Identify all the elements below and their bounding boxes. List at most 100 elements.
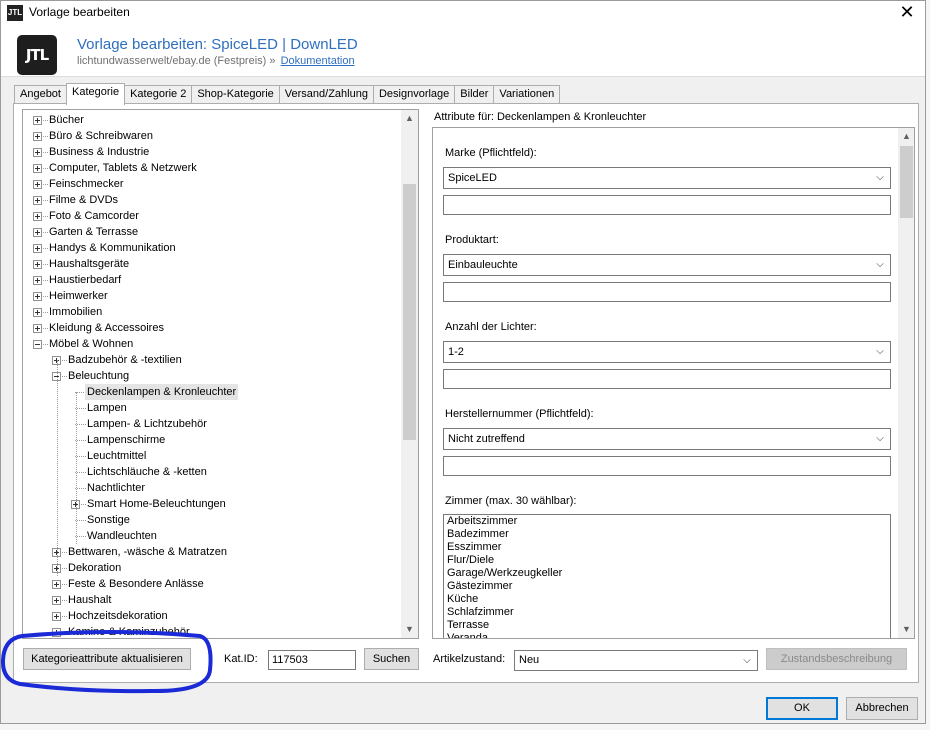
- tree-node[interactable]: Möbel & Wohnen: [23, 336, 401, 352]
- attribute-custom-input[interactable]: [443, 195, 891, 215]
- tab-bilder[interactable]: Bilder: [454, 85, 495, 105]
- tree-node[interactable]: Kleidung & Accessoires: [23, 320, 401, 336]
- scroll-up-icon[interactable]: ▲: [401, 110, 418, 127]
- attribute-custom-input[interactable]: [443, 456, 891, 476]
- search-button[interactable]: Suchen: [364, 648, 419, 670]
- expand-icon[interactable]: [33, 196, 42, 205]
- tree-node[interactable]: Smart Home-Beleuchtungen: [23, 496, 401, 512]
- condition-select[interactable]: Neu ⌵: [514, 650, 758, 671]
- tree-node[interactable]: Hochzeitsdekoration: [23, 608, 401, 624]
- tree-node[interactable]: Handys & Kommunikation: [23, 240, 401, 256]
- attribute-custom-input[interactable]: [443, 282, 891, 302]
- documentation-link[interactable]: Dokumentation: [281, 55, 355, 67]
- room-option[interactable]: Flur/Diele: [444, 554, 890, 567]
- tree-node[interactable]: Leuchtmittel: [23, 448, 401, 464]
- tree-scrollbar[interactable]: ▲ ▼: [401, 110, 418, 638]
- room-option[interactable]: Veranda: [444, 632, 890, 638]
- tree-node[interactable]: Haustierbedarf: [23, 272, 401, 288]
- expand-icon[interactable]: [33, 292, 42, 301]
- room-option[interactable]: Küche: [444, 593, 890, 606]
- attributes-scrollbar[interactable]: ▲ ▼: [898, 128, 914, 638]
- expand-icon[interactable]: [33, 276, 42, 285]
- expand-icon[interactable]: [33, 212, 42, 221]
- tree-node[interactable]: Beleuchtung: [23, 368, 401, 384]
- tree-node[interactable]: Feinschmecker: [23, 176, 401, 192]
- tree-node[interactable]: Kamine & Kaminzubehör: [23, 624, 401, 638]
- tree-node[interactable]: Büro & Schreibwaren: [23, 128, 401, 144]
- tree-node[interactable]: Garten & Terrasse: [23, 224, 401, 240]
- category-tree[interactable]: Bücher Büro & Schreibwaren Business & Indu…: [22, 109, 419, 639]
- attribute-select[interactable]: SpiceLED ⌵: [443, 167, 891, 189]
- tree-node[interactable]: Nachtlichter: [23, 480, 401, 496]
- tree-node[interactable]: Sonstige: [23, 512, 401, 528]
- attribute-select[interactable]: Nicht zutreffend ⌵: [443, 428, 891, 450]
- condition-description-button[interactable]: Zustandsbeschreibung: [766, 648, 907, 670]
- tree-node[interactable]: Business & Industrie: [23, 144, 401, 160]
- expand-icon[interactable]: [33, 148, 42, 157]
- attributes-scroll-thumb[interactable]: [900, 146, 913, 218]
- room-option[interactable]: Garage/Werkzeugkeller: [444, 567, 890, 580]
- expand-icon[interactable]: [33, 228, 42, 237]
- tree-node[interactable]: Filme & DVDs: [23, 192, 401, 208]
- attribute-custom-input[interactable]: [443, 369, 891, 389]
- tree-node[interactable]: Lichtschläuche & -ketten: [23, 464, 401, 480]
- expand-icon[interactable]: [33, 324, 42, 333]
- tree-node[interactable]: Foto & Camcorder: [23, 208, 401, 224]
- tab-kategorie-2[interactable]: Kategorie 2: [124, 85, 193, 105]
- scroll-down-icon[interactable]: ▼: [898, 621, 914, 638]
- expand-icon[interactable]: [33, 260, 42, 269]
- expand-icon[interactable]: [52, 628, 61, 637]
- tree-node[interactable]: Lampen: [23, 400, 401, 416]
- cancel-button[interactable]: Abbrechen: [846, 697, 918, 720]
- close-icon[interactable]: ✕: [897, 1, 917, 23]
- room-option[interactable]: Esszimmer: [444, 541, 890, 554]
- tree-node[interactable]: Bücher: [23, 112, 401, 128]
- expand-icon[interactable]: [33, 244, 42, 253]
- expand-icon[interactable]: [52, 580, 61, 589]
- collapse-icon[interactable]: [33, 340, 42, 349]
- tree-node[interactable]: Haushalt: [23, 592, 401, 608]
- tab-kategorie[interactable]: Kategorie: [65, 83, 126, 105]
- scroll-up-icon[interactable]: ▲: [898, 128, 914, 145]
- tab-versand-zahlung[interactable]: Versand/Zahlung: [278, 85, 374, 105]
- tab-designvorlage[interactable]: Designvorlage: [372, 85, 456, 105]
- tree-scroll-thumb[interactable]: [403, 184, 416, 440]
- expand-icon[interactable]: [33, 132, 42, 141]
- tree-node[interactable]: Haushaltsgeräte: [23, 256, 401, 272]
- tab-variationen[interactable]: Variationen: [493, 85, 561, 105]
- attribute-select[interactable]: Einbauleuchte ⌵: [443, 254, 891, 276]
- katid-input[interactable]: 117503: [268, 650, 356, 670]
- tree-node[interactable]: Deckenlampen & Kronleuchter: [23, 384, 401, 400]
- chevron-down-icon[interactable]: ⌵: [873, 429, 887, 449]
- tree-node[interactable]: Heimwerker: [23, 288, 401, 304]
- room-option[interactable]: Terrasse: [444, 619, 890, 632]
- room-option[interactable]: Badezimmer: [444, 528, 890, 541]
- room-option[interactable]: Gästezimmer: [444, 580, 890, 593]
- tree-node[interactable]: Lampenschirme: [23, 432, 401, 448]
- chevron-down-icon[interactable]: ⌵: [873, 342, 887, 362]
- tree-node[interactable]: Wandleuchten: [23, 528, 401, 544]
- tree-node[interactable]: Lampen- & Lichtzubehör: [23, 416, 401, 432]
- room-option[interactable]: Schlafzimmer: [444, 606, 890, 619]
- tab-angebot[interactable]: Angebot: [14, 85, 67, 105]
- tree-node[interactable]: Feste & Besondere Anlässe: [23, 576, 401, 592]
- tree-node[interactable]: Computer, Tablets & Netzwerk: [23, 160, 401, 176]
- expand-icon[interactable]: [33, 164, 42, 173]
- expand-icon[interactable]: [52, 612, 61, 621]
- chevron-down-icon[interactable]: ⌵: [873, 255, 887, 275]
- ok-button[interactable]: OK: [766, 697, 838, 720]
- tree-node[interactable]: Badzubehör & -textilien: [23, 352, 401, 368]
- tree-node[interactable]: Bettwaren, -wäsche & Matratzen: [23, 544, 401, 560]
- chevron-down-icon[interactable]: ⌵: [740, 651, 754, 670]
- tree-node[interactable]: Immobilien: [23, 304, 401, 320]
- attribute-select[interactable]: 1-2 ⌵: [443, 341, 891, 363]
- expand-icon[interactable]: [52, 596, 61, 605]
- chevron-down-icon[interactable]: ⌵: [873, 168, 887, 188]
- tree-node[interactable]: Dekoration: [23, 560, 401, 576]
- expand-icon[interactable]: [33, 116, 42, 125]
- rooms-listbox[interactable]: Arbeitszimmer Badezimmer Esszimmer Flur/Die…: [443, 514, 891, 638]
- scroll-down-icon[interactable]: ▼: [401, 621, 418, 638]
- expand-icon[interactable]: [33, 180, 42, 189]
- expand-icon[interactable]: [33, 308, 42, 317]
- update-attributes-button[interactable]: Kategorieattribute aktualisieren: [23, 648, 191, 670]
